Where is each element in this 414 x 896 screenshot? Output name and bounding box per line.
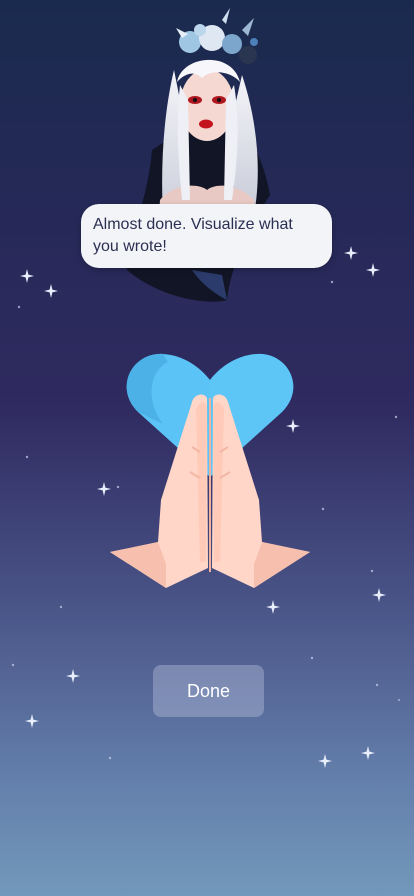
sparkle-icon	[372, 588, 386, 602]
done-button[interactable]: Done	[153, 665, 264, 717]
sparkle-icon	[66, 669, 80, 683]
sparkle-icon	[344, 246, 358, 260]
sparkle-icon	[318, 754, 332, 768]
sparkle-icon	[266, 600, 280, 614]
assistant-message-text: Almost done. Visualize what you wrote!	[93, 216, 293, 255]
praying-hands-icon	[110, 394, 310, 588]
sparkle-icon	[25, 714, 39, 728]
assistant-message-bubble: Almost done. Visualize what you wrote!	[81, 204, 332, 268]
sparkle-icon	[44, 284, 58, 298]
sparkle-icon	[20, 269, 34, 283]
sparkle-icon	[361, 746, 375, 760]
praying-hands-heart-icon	[110, 353, 310, 588]
sparkle-icon	[366, 263, 380, 277]
